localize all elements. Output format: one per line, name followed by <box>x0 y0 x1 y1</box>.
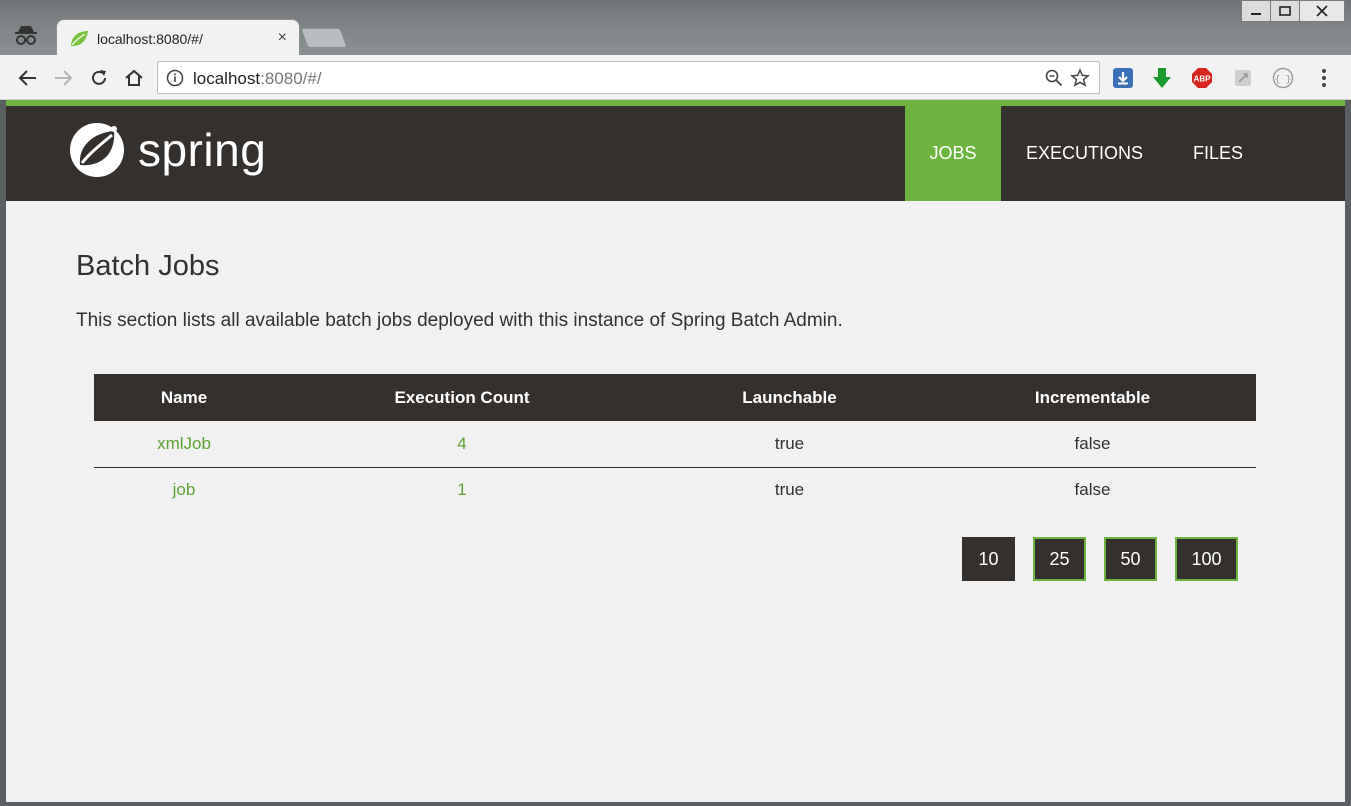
logo-text: spring <box>138 124 267 176</box>
nav-executions[interactable]: EXECUTIONS <box>1001 106 1168 201</box>
new-tab-button[interactable] <box>300 28 348 48</box>
home-icon[interactable] <box>123 67 145 89</box>
extension-icon[interactable] <box>1232 67 1254 89</box>
svg-text:{ }: { } <box>1275 75 1291 85</box>
incrementable-cell: false <box>929 421 1256 468</box>
browser-toolbar: localhost:8080/#/ ABP { } <box>0 55 1351 100</box>
incrementable-cell: false <box>1074 480 1111 500</box>
job-name-link[interactable]: xmlJob <box>94 421 274 468</box>
site-info-icon[interactable] <box>166 69 184 87</box>
tab-close-icon[interactable]: × <box>278 28 287 48</box>
bookmark-star-icon[interactable] <box>1070 68 1090 93</box>
page-title: Batch Jobs <box>76 250 220 282</box>
download-icon[interactable] <box>1112 67 1134 89</box>
adblock-label: ABP <box>1194 75 1212 84</box>
column-header-incrementable[interactable]: Incrementable <box>929 374 1256 421</box>
zoom-icon[interactable] <box>1045 69 1063 92</box>
spring-logo[interactable]: spring <box>68 120 266 180</box>
menu-dots-icon[interactable] <box>1313 67 1335 89</box>
url-text: localhost:8080/#/ <box>193 69 322 89</box>
minimize-icon[interactable] <box>1241 0 1271 22</box>
maximize-icon[interactable] <box>1270 0 1300 22</box>
address-bar[interactable]: localhost:8080/#/ <box>157 61 1100 94</box>
page-size-25-button[interactable]: 25 <box>1033 537 1086 581</box>
job-name-link[interactable]: job <box>94 467 274 513</box>
tab-title: localhost:8080/#/ <box>97 31 203 47</box>
forward-arrow-icon[interactable] <box>52 67 74 89</box>
page-size-100-button[interactable]: 100 <box>1175 537 1238 581</box>
main-nav: JOBS EXECUTIONS FILES <box>905 106 1268 201</box>
column-header-launchable[interactable]: Launchable <box>650 374 929 421</box>
site-header: spring JOBS EXECUTIONS FILES <box>6 106 1345 201</box>
browser-tab[interactable]: localhost:8080/#/ × <box>56 19 300 57</box>
table-header-row: Name Execution Count Launchable Incremen… <box>94 374 1256 421</box>
adblock-icon[interactable]: ABP <box>1191 67 1213 89</box>
incognito-icon <box>12 24 40 48</box>
table-row: job 1 true false <box>94 467 1256 513</box>
column-header-name[interactable]: Name <box>94 374 274 421</box>
page-description: This section lists all available batch j… <box>76 310 843 331</box>
spring-logo-icon <box>70 123 124 177</box>
jobs-table: Name Execution Count Launchable Incremen… <box>94 374 1256 513</box>
page-viewport: spring JOBS EXECUTIONS FILES Batch Jobs … <box>6 100 1345 802</box>
column-header-execution-count[interactable]: Execution Count <box>274 374 650 421</box>
launchable-cell: true <box>650 421 929 468</box>
nav-files[interactable]: FILES <box>1168 106 1268 201</box>
window-controls <box>1241 0 1345 22</box>
reload-icon[interactable] <box>88 67 110 89</box>
page-size-50-button[interactable]: 50 <box>1104 537 1157 581</box>
execution-count-link[interactable]: 4 <box>274 421 650 468</box>
page-size-10-button[interactable]: 10 <box>962 537 1015 581</box>
launchable-cell: true <box>774 480 805 500</box>
nav-jobs[interactable]: JOBS <box>905 106 1001 201</box>
browser-titlebar: localhost:8080/#/ × <box>0 0 1351 57</box>
url-path: :8080/#/ <box>260 69 322 88</box>
url-host: localhost <box>193 69 261 88</box>
green-arrow-icon[interactable] <box>1151 67 1173 89</box>
execution-count-link[interactable]: 1 <box>274 467 650 513</box>
window-close-icon[interactable] <box>1299 0 1345 22</box>
json-viewer-icon[interactable]: { } <box>1272 67 1294 89</box>
main-content: Batch Jobs This section lists all availa… <box>76 250 1276 331</box>
back-arrow-icon[interactable] <box>17 67 39 89</box>
table-row: xmlJob 4 true false <box>94 421 1256 468</box>
spring-leaf-favicon-icon <box>69 30 89 48</box>
